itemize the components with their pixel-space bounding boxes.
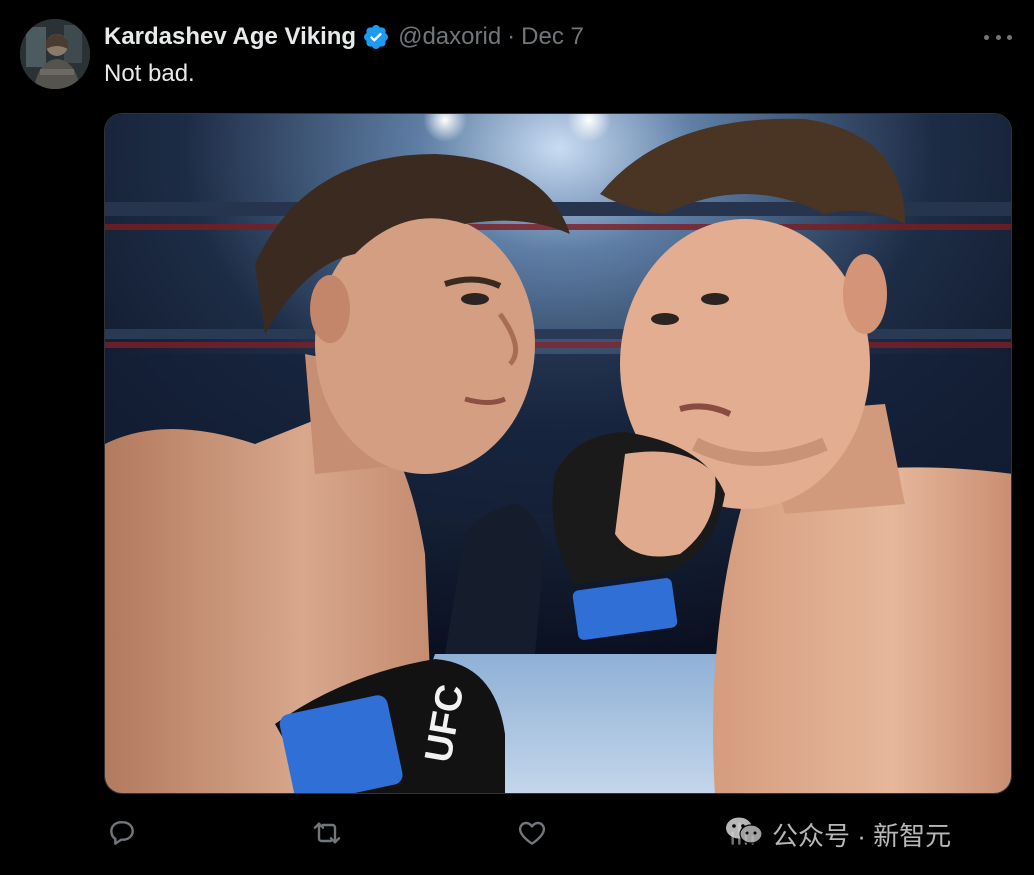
more-icon[interactable] <box>984 26 1012 48</box>
heart-icon[interactable] <box>514 815 550 851</box>
tweet-text: Not bad. <box>104 60 195 87</box>
retweet-icon[interactable] <box>309 815 345 851</box>
tweet-date[interactable]: Dec 7 <box>521 23 584 51</box>
handle[interactable]: @daxorid <box>398 23 501 51</box>
reply-icon[interactable] <box>104 815 140 851</box>
watermark: 公众号 · 新智元 <box>724 814 951 854</box>
avatar[interactable] <box>20 19 90 89</box>
avatar-image <box>20 19 90 89</box>
tweet-header: Kardashev Age Viking @daxorid · Dec 7 <box>104 22 584 52</box>
display-name[interactable]: Kardashev Age Viking <box>104 23 356 51</box>
media-image: UFC <box>105 114 1011 793</box>
tweet-media[interactable]: UFC <box>104 113 1012 794</box>
tweet: Kardashev Age Viking @daxorid · Dec 7 No… <box>0 0 1034 875</box>
wechat-icon <box>724 815 764 854</box>
verified-badge-icon <box>362 23 390 51</box>
separator: · <box>507 23 516 50</box>
watermark-text: 公众号 · 新智元 <box>772 820 952 851</box>
